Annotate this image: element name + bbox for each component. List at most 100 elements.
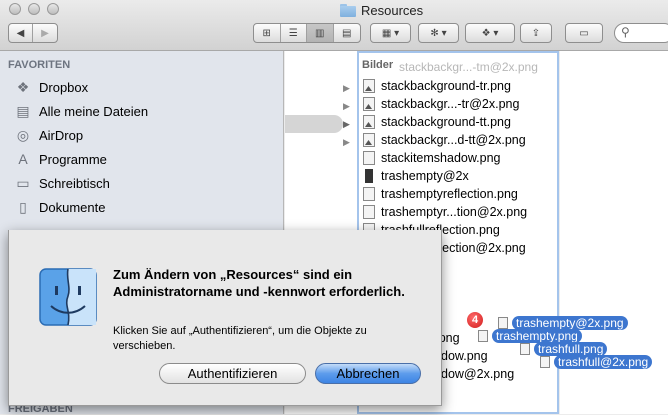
authenticate-button[interactable]: Authentifizieren [159, 363, 306, 384]
file-icon [540, 356, 550, 368]
finder-window: Resources ◀ ▶ ⊞ ☰ ▥ ▤ ▦ ▾ ✻ ▾ ❖ ▾ ⇪ ▭ ⚲ [0, 0, 668, 415]
minimize-window-button[interactable] [28, 3, 40, 15]
sidebar-item-airdrop[interactable]: ◎ AirDrop [14, 125, 83, 145]
file-name: dow.png [441, 349, 488, 363]
file-row[interactable]: trashemptyr...tion@2x.png [363, 203, 527, 221]
drag-item-label: trashempty@2x.png [512, 316, 628, 330]
authentication-dialog: Zum Ändern von „Resources“ sind ein Admi… [8, 230, 442, 406]
ghost-file-label: stackbackgr...-tm@2x.png [399, 60, 538, 74]
sidebar-item-label: Schreibtisch [39, 175, 110, 191]
share-button[interactable]: ⇪ [520, 23, 552, 43]
disclosure-arrow-icon: ▶ [343, 83, 350, 93]
sidebar-item-desktop[interactable]: ▭ Schreibtisch [14, 173, 110, 193]
file-name: stackbackground-tr.png [381, 79, 511, 93]
drag-item: trashempty.png [478, 329, 582, 343]
action-button[interactable]: ✻ ▾ [418, 23, 459, 43]
image-file-icon [363, 97, 375, 111]
dialog-message: Klicken Sie auf „Authentifizieren“, um d… [113, 325, 367, 352]
back-forward-control: ◀ ▶ [8, 23, 58, 43]
file-icon [478, 330, 488, 342]
chevron-left-icon[interactable]: ◀ [9, 24, 34, 42]
tag-icon: ▭ [579, 27, 589, 39]
search-icon: ⚲ [621, 25, 630, 39]
list-view-button[interactable]: ☰ [281, 24, 307, 42]
cover-flow-view-button[interactable]: ▤ [334, 24, 360, 42]
folder-icon [340, 3, 356, 17]
file-name: stackitemshadow.png [381, 151, 501, 165]
sidebar-item-label: Programme [39, 151, 107, 167]
file-row[interactable]: stackbackgr...-tr@2x.png [363, 95, 519, 113]
gear-icon: ✻ ▾ [430, 27, 447, 39]
trash-icon [363, 205, 375, 219]
drag-item: trashfull@2x.png [540, 355, 653, 369]
window-title-text: Resources [361, 2, 424, 18]
file-row[interactable]: trashemptyreflection.png [363, 185, 518, 203]
disclosure-arrow-icon: ▶ [343, 119, 350, 129]
sidebar-item-all-files[interactable]: ▤ Alle meine Dateien [14, 101, 148, 121]
sidebar-item-documents[interactable]: ▯ Dokumente [14, 197, 105, 217]
documents-icon: ▯ [19, 198, 27, 215]
disclosure-arrow-icon: ▶ [343, 101, 350, 111]
file-name: stackbackgr...d-tt@2x.png [381, 133, 526, 147]
cancel-button[interactable]: Abbrechen [315, 363, 421, 384]
close-window-button[interactable] [9, 3, 21, 15]
sidebar-section-favorites: FAVORITEN [8, 59, 71, 71]
file-name: trashemptyreflection.png [381, 187, 518, 201]
image-file-icon [363, 79, 375, 93]
tags-button[interactable]: ▭ [565, 23, 603, 43]
dropbox-toolbar-button[interactable]: ❖ ▾ [465, 23, 515, 43]
file-name: trashempty@2x [381, 169, 469, 183]
title-bar: Resources ◀ ▶ ⊞ ☰ ▥ ▤ ▦ ▾ ✻ ▾ ❖ ▾ ⇪ ▭ ⚲ [0, 0, 668, 51]
arrange-icon: ▦ ▾ [381, 27, 400, 39]
image-file-icon [363, 133, 375, 147]
window-title: Resources [340, 2, 423, 18]
file-icon [520, 343, 530, 355]
sidebar-item-applications[interactable]: A Programme [14, 149, 107, 169]
share-icon: ⇪ [531, 27, 541, 39]
image-file-icon [363, 151, 375, 165]
desktop-icon: ▭ [16, 174, 30, 191]
image-file-icon [363, 115, 375, 129]
disclosure-arrow-icon: ▶ [343, 137, 350, 147]
file-name: stackbackgr...-tr@2x.png [381, 97, 520, 111]
zoom-window-button[interactable] [47, 3, 59, 15]
file-row[interactable]: dow.png [441, 347, 488, 365]
view-mode-control: ⊞ ☰ ▥ ▤ [253, 23, 361, 43]
file-row[interactable]: dow@2x.png [441, 365, 514, 383]
file-icon [498, 317, 508, 329]
arrange-button[interactable]: ▦ ▾ [370, 23, 411, 43]
drag-item-label: trashfull@2x.png [554, 355, 653, 369]
sidebar-item-label: Dokumente [39, 199, 106, 215]
dropbox-icon: ❖ ▾ [481, 27, 499, 39]
file-row[interactable]: stackitemshadow.png [363, 149, 501, 167]
sidebar-item-label: AirDrop [39, 127, 84, 143]
sidebar-item-label: Alle meine Dateien [39, 103, 149, 119]
column-header: Bilder [362, 59, 394, 71]
finder-icon [39, 268, 97, 326]
sidebar-item-label: Dropbox [39, 79, 89, 95]
file-row[interactable]: stackbackground-tr.png [363, 77, 511, 95]
drag-item: trashfull.png [520, 342, 608, 356]
column-view-button[interactable]: ▥ [307, 24, 334, 42]
file-name: trashemptyr...tion@2x.png [381, 205, 528, 219]
icon-view-button[interactable]: ⊞ [254, 24, 281, 42]
file-row[interactable]: trashempty@2x [363, 167, 469, 185]
file-row[interactable]: stackbackgr...d-tt@2x.png [363, 131, 526, 149]
sidebar-item-dropbox[interactable]: ❖ Dropbox [14, 77, 88, 97]
drag-item-label: trashfull.png [534, 342, 608, 356]
dialog-title: Zum Ändern von „Resources“ sind ein Admi… [113, 267, 405, 299]
file-name: dow@2x.png [441, 367, 515, 381]
search-input[interactable]: ⚲ [614, 23, 668, 43]
chevron-right-icon[interactable]: ▶ [33, 24, 57, 42]
trash-file-icon [365, 169, 373, 183]
file-name: stackbackground-tt.png [381, 115, 511, 129]
file-row[interactable]: stackbackground-tt.png [363, 113, 511, 131]
selected-folder-row[interactable] [285, 115, 343, 133]
dropbox-icon: ❖ [16, 78, 30, 95]
all-files-icon: ▤ [16, 102, 30, 119]
trash-icon [363, 187, 375, 201]
drag-item-label: trashempty.png [492, 329, 582, 343]
drag-count-badge: 4 [466, 311, 484, 329]
applications-icon: A [18, 151, 28, 167]
drag-item: trashempty@2x.png [498, 316, 628, 330]
